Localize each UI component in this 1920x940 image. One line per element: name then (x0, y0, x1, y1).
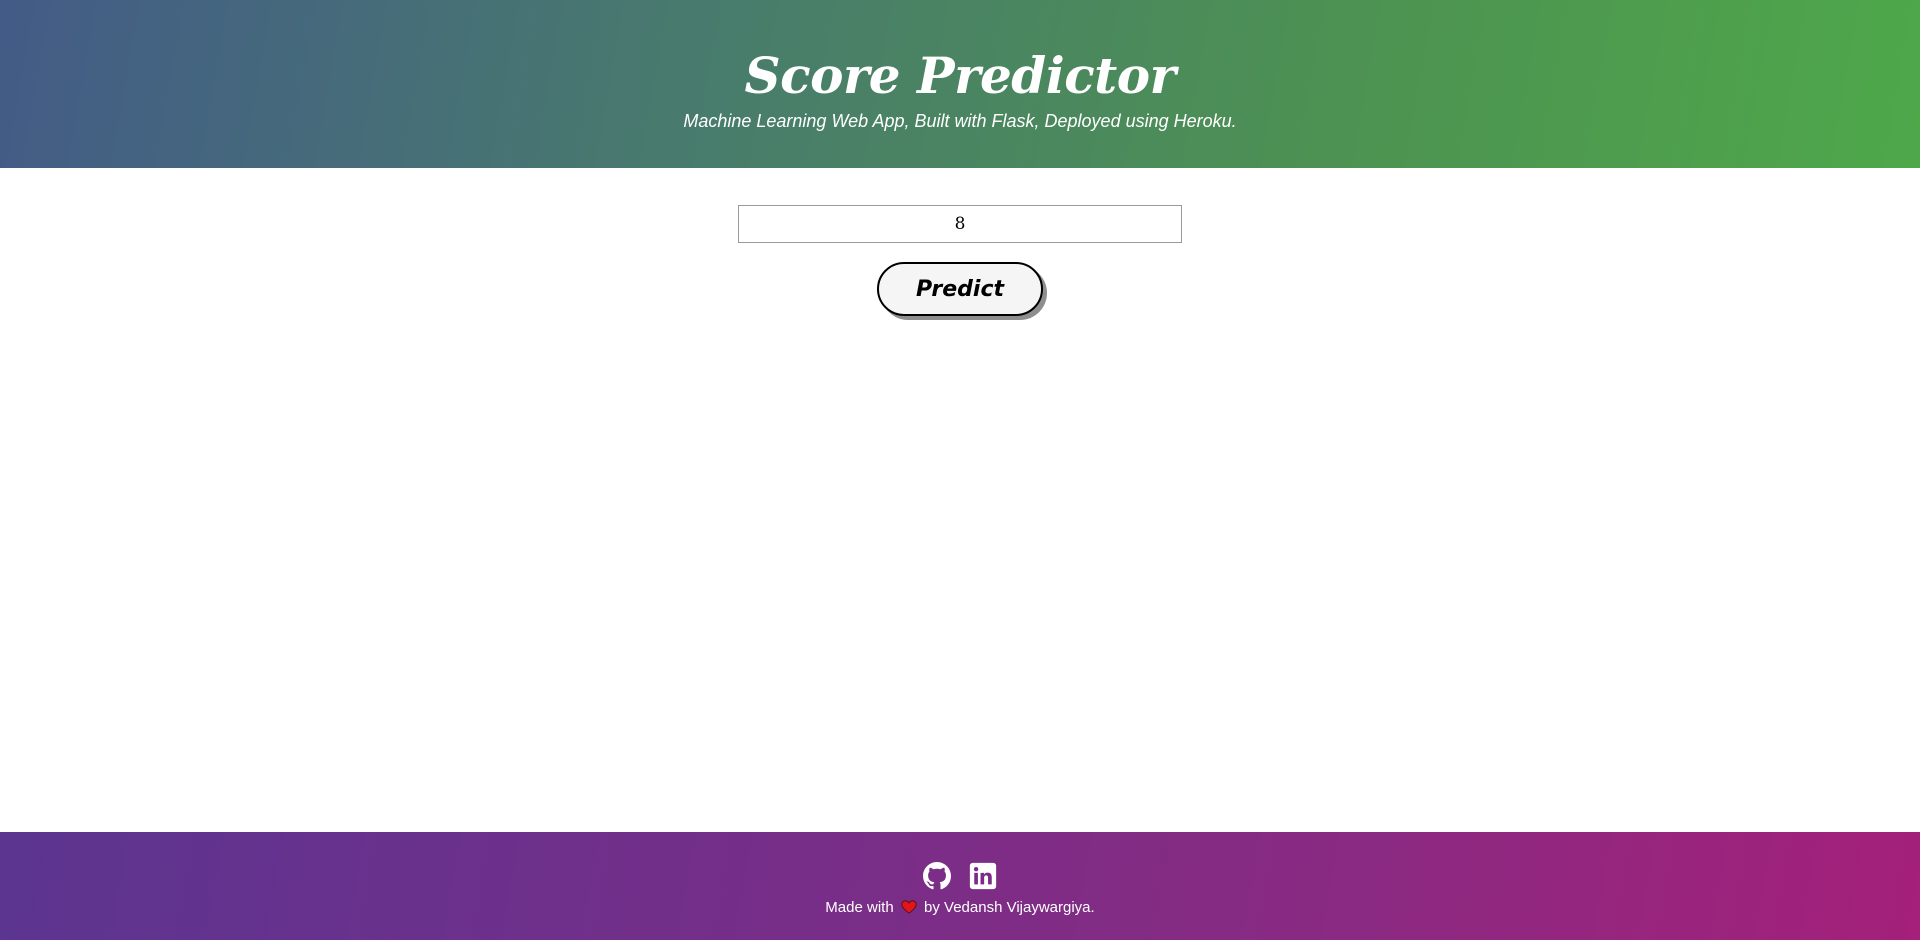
linkedin-icon[interactable] (969, 862, 997, 890)
main-content: Predict (0, 168, 1920, 832)
credit-line: Made with by Vedansh Vijaywargiya. (0, 898, 1920, 918)
app-footer: Made with by Vedansh Vijaywargiya. (0, 832, 1920, 940)
social-links (0, 862, 1920, 892)
hours-input[interactable] (738, 205, 1182, 243)
page-title: Score Predictor (744, 46, 1176, 105)
github-icon[interactable] (923, 862, 951, 890)
credit-author: by Vedansh Vijaywargiya. (924, 899, 1095, 916)
credit-prefix: Made with (825, 899, 894, 916)
heart-icon (901, 900, 917, 914)
page-subtitle: Machine Learning Web App, Built with Fla… (683, 111, 1237, 131)
predict-button[interactable]: Predict (877, 262, 1043, 316)
app-header: Score Predictor Machine Learning Web App… (0, 0, 1920, 168)
page: Score Predictor Machine Learning Web App… (0, 0, 1920, 940)
